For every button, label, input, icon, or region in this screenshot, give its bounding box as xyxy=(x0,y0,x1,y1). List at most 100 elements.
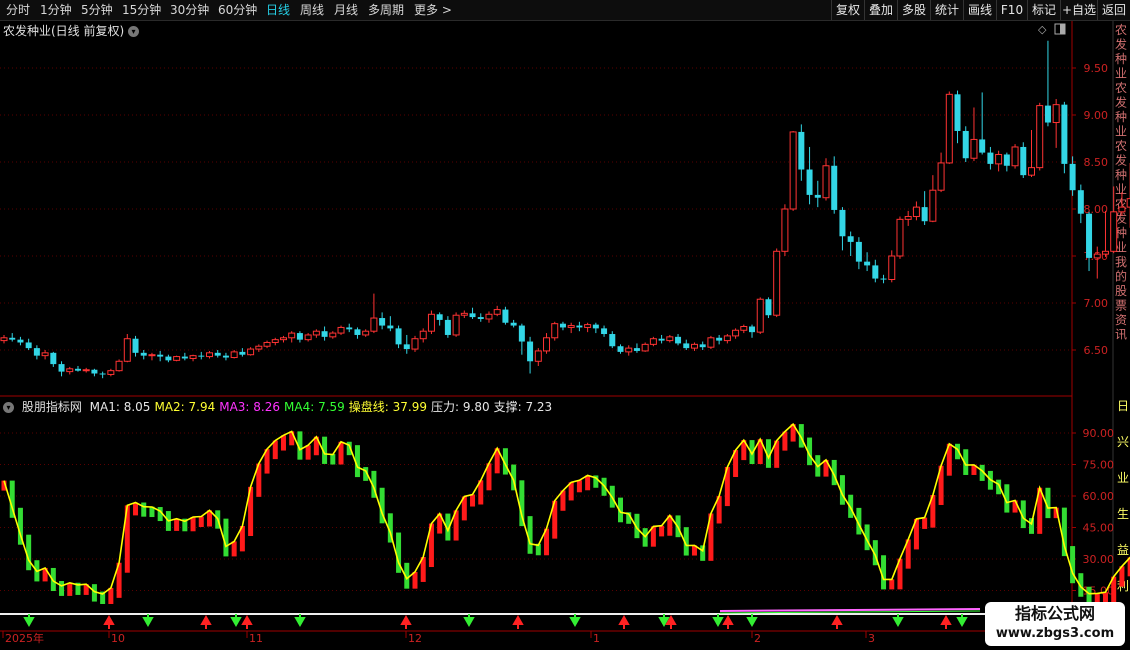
candle-body xyxy=(962,130,969,159)
down-arrow-icon xyxy=(230,614,242,628)
chevron-down-icon[interactable]: ▾ xyxy=(3,402,14,413)
price-tick-label: 9.00 xyxy=(1084,109,1109,122)
indicator-value-4: 操盘线: 37.99 xyxy=(348,400,428,414)
candle-body xyxy=(649,338,657,345)
candle-body xyxy=(247,348,255,356)
candle-body xyxy=(896,218,904,257)
indicator-bar xyxy=(330,453,336,465)
candle-body xyxy=(25,342,32,349)
candle-body xyxy=(904,216,912,220)
candle-body xyxy=(740,326,748,331)
candle-body xyxy=(460,312,468,316)
up-arrow-icon xyxy=(512,614,524,629)
right-strip-char: 日 xyxy=(1117,399,1129,413)
right-strip-char: 兴 xyxy=(1117,435,1129,449)
window-icon-half xyxy=(1060,24,1065,34)
down-arrow-icon xyxy=(294,614,306,628)
right-strip-char: 股 xyxy=(1115,284,1127,298)
candle-body xyxy=(839,209,846,237)
down-arrow-icon xyxy=(142,614,154,628)
candle-body xyxy=(716,337,723,341)
candle-body xyxy=(419,330,427,340)
candle-body xyxy=(1011,146,1019,167)
candle-body xyxy=(58,364,65,372)
right-strip-char: 生 xyxy=(1117,507,1129,521)
down-arrow-icon xyxy=(569,614,581,628)
indicator-bar xyxy=(305,445,311,460)
candle-body xyxy=(683,343,690,349)
indicator-bar xyxy=(67,582,73,596)
candle-body xyxy=(263,341,271,347)
candle-body xyxy=(444,319,451,335)
candle-body xyxy=(132,338,139,353)
x-axis-label: 2025年 xyxy=(5,631,44,645)
indicator-bar xyxy=(198,516,204,527)
candle-body xyxy=(115,360,123,372)
baseline-line-magenta xyxy=(719,608,981,612)
candle-body xyxy=(387,325,394,329)
indicator-value-6: 支撑: 7.23 xyxy=(493,400,553,414)
right-strip-char: 发 xyxy=(1115,95,1127,110)
up-arrow-icon xyxy=(103,614,115,629)
candle-body xyxy=(979,139,986,153)
candle-body xyxy=(732,329,740,337)
candle-body xyxy=(831,165,838,210)
candle-body xyxy=(9,337,16,340)
indicator-bar xyxy=(922,517,928,529)
watermark: 指标公式网 www.zbgs3.com xyxy=(985,602,1125,646)
candle-body xyxy=(584,324,592,328)
indicator-legend: ▾ 股朋指标网 MA1: 8.05 MA2: 7.94 MA3: 8.26 MA4: … xyxy=(3,398,556,415)
candle-body xyxy=(346,327,353,330)
indicator-bar xyxy=(412,571,418,589)
indicator-bar xyxy=(231,541,237,557)
candle-body xyxy=(214,352,221,356)
candle-body xyxy=(995,153,1003,165)
candle-body xyxy=(354,329,361,335)
candle-body xyxy=(206,352,213,358)
right-strip-char: 农 xyxy=(1115,23,1127,37)
indicator-bar xyxy=(133,502,139,516)
candle-body xyxy=(1036,105,1044,169)
candle-body xyxy=(847,236,854,242)
candle-body xyxy=(107,370,115,375)
candle-body xyxy=(929,189,937,222)
candle-body xyxy=(148,354,156,357)
candle-body xyxy=(477,317,484,319)
candle-body xyxy=(165,356,172,361)
candle-body xyxy=(987,152,994,164)
candle-body xyxy=(173,356,181,361)
indicator-bar xyxy=(576,480,582,493)
candle-body xyxy=(321,331,328,337)
candle-body xyxy=(157,354,164,357)
right-strip-char: 我 xyxy=(1115,255,1127,269)
candle-body xyxy=(518,325,525,342)
indicator-bar xyxy=(190,516,196,532)
candle-body xyxy=(82,369,90,372)
indicator-value-5: 压力: 9.80 xyxy=(431,400,490,414)
candle-body xyxy=(675,336,682,344)
x-axis-label: 1 xyxy=(593,632,600,645)
candle-body xyxy=(403,344,410,350)
up-arrow-icon xyxy=(200,614,212,629)
indicator-tick-label: 90.00 xyxy=(1083,427,1115,440)
candle-body xyxy=(33,348,40,356)
candle-body xyxy=(181,356,188,359)
indicator-tick-label: 30.00 xyxy=(1083,553,1115,566)
candle-body xyxy=(123,338,131,362)
candle-body xyxy=(99,373,106,375)
candle-body xyxy=(312,330,320,336)
up-arrow-icon xyxy=(618,614,630,629)
right-strip-char: 种 xyxy=(1115,52,1127,66)
candle-body xyxy=(411,338,419,350)
candle-body xyxy=(140,352,147,356)
indicator-tick-label: 60.00 xyxy=(1083,490,1115,503)
up-arrow-icon xyxy=(241,614,253,629)
candle-body xyxy=(271,339,279,343)
right-strip-char: 种 xyxy=(1115,168,1127,182)
candle-body xyxy=(279,337,287,341)
candle-body xyxy=(1052,104,1060,124)
indicator-bar xyxy=(280,435,286,451)
down-arrow-icon xyxy=(23,614,35,628)
candle-body xyxy=(222,355,229,358)
candle-body xyxy=(17,339,24,343)
